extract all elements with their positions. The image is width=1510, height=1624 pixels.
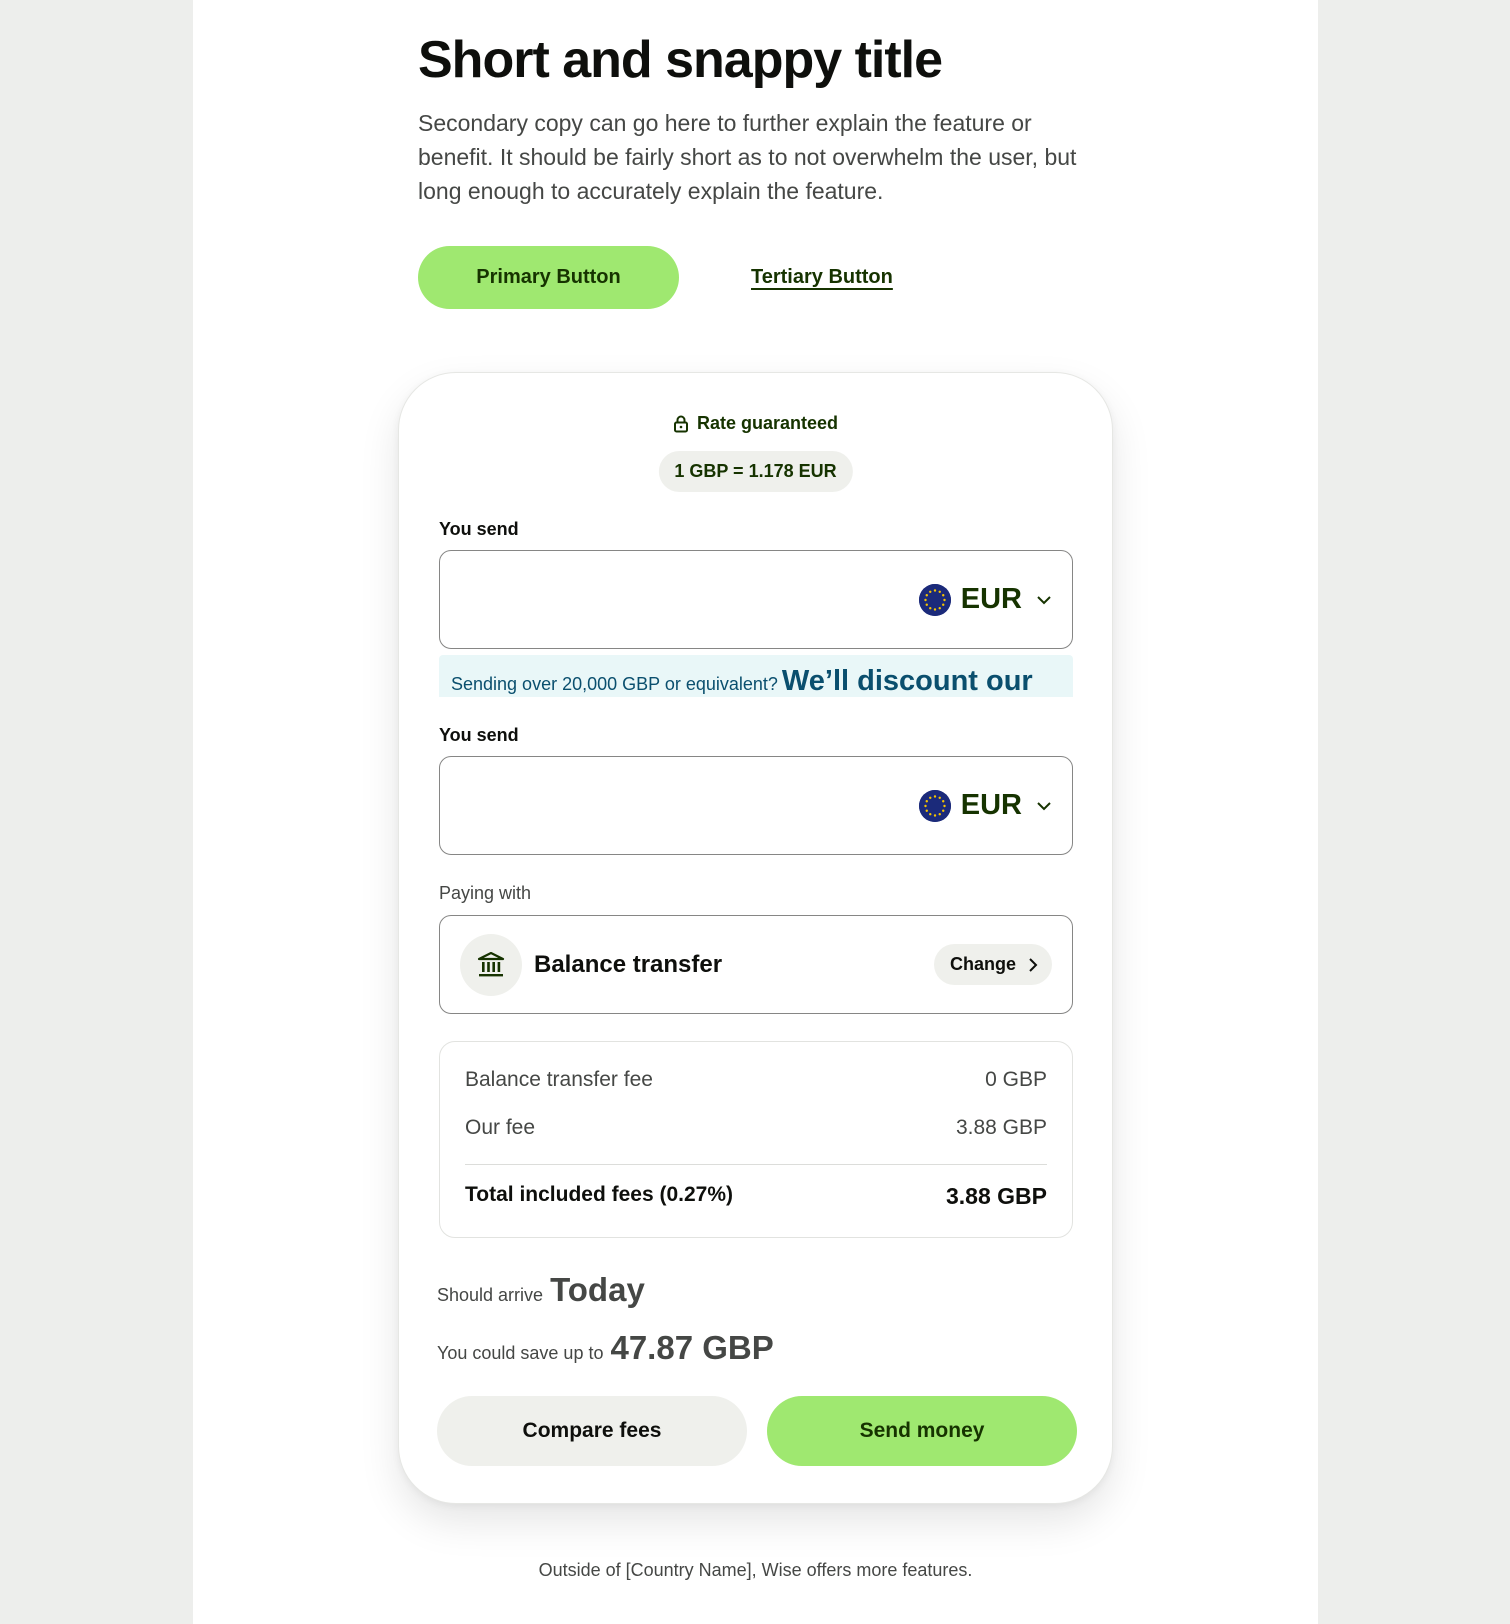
transfer-calculator-card: Rate guaranteed 1 GBP = 1.178 EUR You se… <box>398 372 1113 1504</box>
you-send-label: You send <box>439 519 519 539</box>
paying-with-label: Paying with <box>439 883 532 903</box>
eu-flag-icon <box>918 789 951 822</box>
page-title: Short and snappy title <box>418 31 943 89</box>
currency-code: EUR <box>960 583 1022 615</box>
savings-estimate: You could save up to 47.87 GBP <box>437 1329 774 1367</box>
change-payment-button[interactable]: Change <box>933 944 1052 985</box>
you-send-label: You send <box>439 725 519 745</box>
primary-button[interactable]: Primary Button <box>418 246 679 309</box>
fee-row: Our fee 3.88 GBP <box>465 1116 1047 1164</box>
currency-selector[interactable]: EUR <box>918 551 1052 648</box>
fee-breakdown: Balance transfer fee 0 GBP Our fee 3.88 … <box>439 1041 1073 1238</box>
banner-text: Sending over 20,000 GBP or equivalent? <box>451 674 778 694</box>
fee-value: 3.88 GBP <box>955 1116 1047 1139</box>
payment-method-field[interactable]: Balance transfer Change <box>439 915 1073 1014</box>
lock-icon <box>673 415 689 433</box>
hero-description: Secondary copy can go here to further ex… <box>418 110 1077 204</box>
hero-actions: Primary Button Tertiary Button <box>418 246 893 309</box>
savings-value: 47.87 GBP <box>610 1329 774 1366</box>
exchange-rate-badge[interactable]: 1 GBP = 1.178 EUR <box>658 451 853 492</box>
total-fee-value: 3.88 GBP <box>946 1183 1047 1209</box>
you-send-amount-field[interactable]: EUR <box>439 756 1073 855</box>
divider <box>465 1164 1047 1165</box>
currency-selector[interactable]: EUR <box>918 757 1052 854</box>
savings-label: You could save up to <box>437 1343 604 1363</box>
chevron-right-icon <box>1028 957 1038 973</box>
banner-headline: We’ll discount our <box>781 665 1033 697</box>
eu-flag-icon <box>918 583 951 616</box>
change-button-label: Change <box>949 954 1016 974</box>
fee-row: Balance transfer fee 0 GBP <box>465 1068 1047 1116</box>
currency-code: EUR <box>960 789 1022 821</box>
send-money-button[interactable]: Send money <box>767 1396 1077 1466</box>
total-fee-label: Total included fees (0.27%) <box>465 1183 734 1206</box>
arrival-estimate: Should arrive Today <box>437 1271 645 1309</box>
rate-guaranteed: Rate guaranteed <box>399 413 1112 434</box>
page-content: Short and snappy title Secondary copy ca… <box>193 0 1318 1624</box>
tertiary-button[interactable]: Tertiary Button <box>751 266 893 289</box>
fee-value: 0 GBP <box>985 1068 1047 1091</box>
fee-label: Our fee <box>465 1116 536 1139</box>
hero-section: Short and snappy title Secondary copy ca… <box>418 30 1118 208</box>
rate-guaranteed-label: Rate guaranteed <box>696 413 839 433</box>
fee-label: Balance transfer fee <box>465 1068 653 1091</box>
payment-method-name: Balance transfer <box>534 950 723 978</box>
calculator-actions: Compare fees Send money <box>437 1396 1077 1466</box>
chevron-down-icon <box>1036 801 1052 811</box>
chevron-down-icon <box>1036 595 1052 605</box>
footer-note: Outside of [Country Name], Wise offers m… <box>538 1560 973 1580</box>
compare-fees-button[interactable]: Compare fees <box>437 1396 747 1466</box>
discount-banner: Sending over 20,000 GBP or equivalent? We… <box>439 655 1073 697</box>
arrival-value: Today <box>550 1271 645 1308</box>
bank-icon <box>460 933 522 996</box>
you-send-amount-field[interactable]: EUR <box>439 550 1073 649</box>
fee-total-row: Total included fees (0.27%) 3.88 GBP <box>465 1183 1047 1231</box>
arrival-label: Should arrive <box>437 1285 544 1305</box>
